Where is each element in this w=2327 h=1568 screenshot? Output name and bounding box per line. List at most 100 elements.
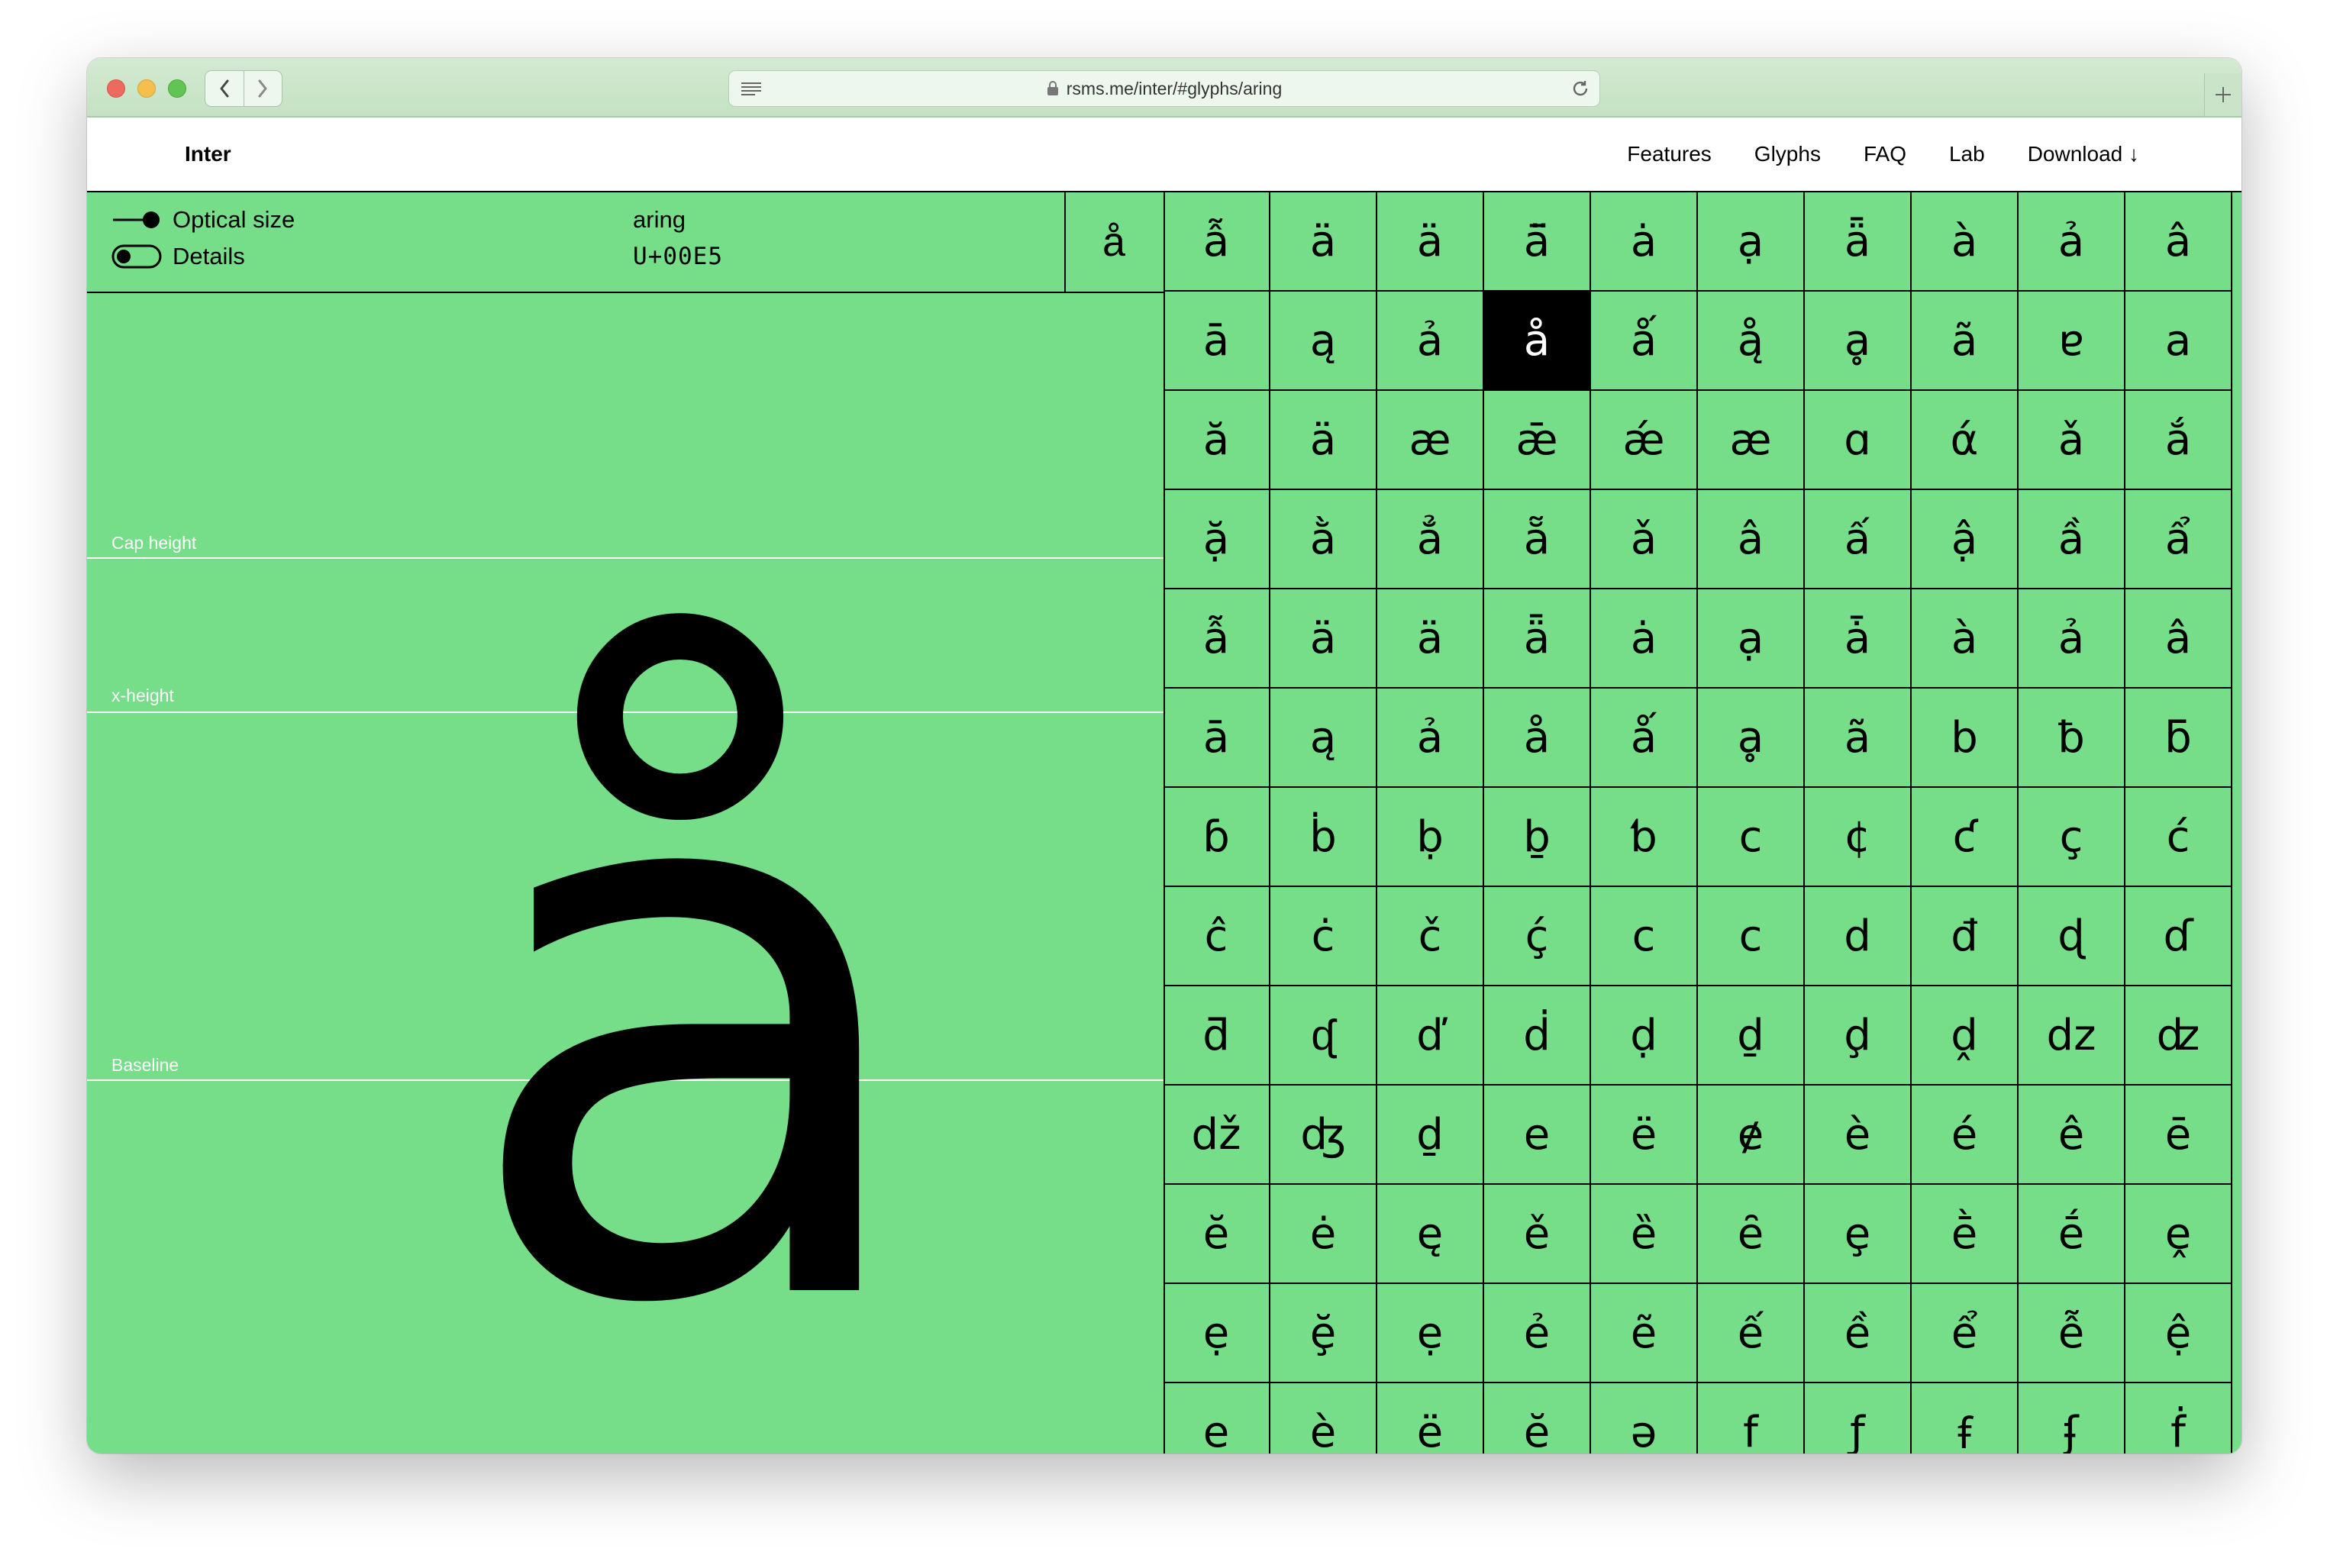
glyph-cell[interactable]: ḋ (1484, 986, 1591, 1086)
glyph-cell[interactable]: ề (1805, 1284, 1912, 1383)
glyph-cell[interactable]: è (1270, 1383, 1377, 1453)
glyph-cell[interactable]: ƈ (1912, 788, 2019, 887)
glyph-cell[interactable]: â (2125, 589, 2232, 689)
glyph-cell[interactable]: ĕ (1484, 1383, 1591, 1453)
glyph-cell[interactable]: ď (1377, 986, 1484, 1086)
glyph-cell[interactable]: ằ (1270, 490, 1377, 589)
glyph-cell[interactable]: ẫ (1164, 589, 1270, 689)
glyph-cell-selected[interactable]: å (1484, 292, 1591, 391)
glyph-cell[interactable]: ê (2019, 1086, 2125, 1185)
glyph-cell[interactable]: ȅ (1591, 1185, 1698, 1284)
glyph-cell[interactable]: ḟ (2125, 1383, 2232, 1453)
menu-glyphs[interactable]: Glyphs (1754, 142, 1821, 166)
glyph-cell[interactable]: ả (1377, 292, 1484, 391)
menu-features[interactable]: Features (1627, 142, 1712, 166)
glyph-cell[interactable]: ¢ (1805, 788, 1912, 887)
glyph-cell[interactable]: ắ (2125, 391, 2232, 490)
glyph-cell[interactable]: ǡ (1805, 589, 1912, 689)
glyph-cell[interactable]: ᶑ (1270, 986, 1377, 1086)
glyph-cell[interactable]: c (1591, 887, 1698, 986)
glyph-cell[interactable]: ễ (2019, 1284, 2125, 1383)
new-tab-button[interactable] (2204, 73, 2241, 116)
glyph-cell[interactable]: ã (1805, 689, 1912, 788)
glyph-cell[interactable]: ā (1164, 292, 1270, 391)
glyph-cell[interactable]: č (1377, 887, 1484, 986)
glyph-cell[interactable]: æ (1377, 391, 1484, 490)
glyph-cell[interactable]: è (1805, 1086, 1912, 1185)
glyph-cell[interactable]: ƒ (1805, 1383, 1912, 1453)
glyph-cell[interactable]: dz (2019, 986, 2125, 1086)
reload-icon[interactable] (1570, 79, 1590, 98)
menu-faq[interactable]: FAQ (1864, 142, 1906, 166)
glyph-cell[interactable]: ɐ (2019, 292, 2125, 391)
glyph-cell[interactable]: ą (1270, 292, 1377, 391)
glyph-cell[interactable]: ạ (1698, 192, 1805, 292)
minimize-window-button[interactable] (137, 79, 156, 98)
glyph-cell[interactable]: å (1484, 689, 1591, 788)
glyph-cell[interactable]: ã (1912, 292, 2019, 391)
glyph-cell[interactable]: à (1912, 192, 2019, 292)
glyph-cell[interactable]: ä (1270, 589, 1377, 689)
glyph-cell[interactable]: ǻ (1591, 292, 1698, 391)
glyph-cell[interactable]: ɓ (1164, 788, 1270, 887)
glyph-cell[interactable]: ḏ (1377, 1086, 1484, 1185)
glyph-cell[interactable]: ä (1270, 192, 1377, 292)
glyph-cell[interactable]: ẵ (1484, 490, 1591, 589)
glyph-cell[interactable]: ǽ (1591, 391, 1698, 490)
glyph-cell[interactable]: ə (1591, 1383, 1698, 1453)
glyph-cell[interactable]: b (1912, 689, 2019, 788)
close-window-button[interactable] (107, 79, 125, 98)
glyph-cell[interactable]: ƅ (1591, 788, 1698, 887)
glyph-cell[interactable]: æ (1698, 391, 1805, 490)
glyph-cell[interactable]: ả (1377, 689, 1484, 788)
glyph-cell[interactable]: ḅ (1377, 788, 1484, 887)
glyph-cell[interactable]: ḑ (1805, 986, 1912, 1086)
glyph-cell[interactable]: ē (2125, 1086, 2232, 1185)
glyph-cell[interactable]: ć (2125, 788, 2232, 887)
glyph-cell[interactable]: ɖ (2019, 887, 2125, 986)
glyph-cell[interactable]: ẹ (1377, 1284, 1484, 1383)
glyph-cell[interactable]: ẻ (1484, 1284, 1591, 1383)
glyph-cell[interactable]: ḃ (1270, 788, 1377, 887)
glyph-cell[interactable]: ậ (1912, 490, 2019, 589)
glyph-cell[interactable]: ç (2019, 788, 2125, 887)
optical-size-toggle[interactable]: Optical size (111, 206, 295, 234)
glyph-cell[interactable]: â (1698, 490, 1805, 589)
glyph-cell[interactable]: ǟ (1805, 192, 1912, 292)
glyph-cell[interactable]: đ (1912, 887, 2019, 986)
glyph-cell[interactable]: ɗ (2125, 887, 2232, 986)
glyph-cell[interactable]: ẳ (1377, 490, 1484, 589)
glyph-cell[interactable]: dž (1164, 1086, 1270, 1185)
glyph-cell[interactable]: ḗ (2019, 1185, 2125, 1284)
glyph-cell[interactable]: ẽ (1591, 1284, 1698, 1383)
glyph-cell[interactable]: ḕ (1912, 1185, 2019, 1284)
glyph-cell[interactable]: ệ (2125, 1284, 2232, 1383)
back-button[interactable] (205, 71, 244, 106)
glyph-cell[interactable]: ƃ (2125, 689, 2232, 788)
glyph-cell[interactable]: ḍ (1591, 986, 1698, 1086)
glyph-cell[interactable]: ʣ (2125, 986, 2232, 1086)
glyph-cell[interactable]: ä (1270, 391, 1377, 490)
address-bar[interactable]: rsms.me/inter/#glyphs/aring (728, 70, 1600, 107)
glyph-cell[interactable]: ċ (1270, 887, 1377, 986)
glyph-cell[interactable]: ḝ (1270, 1284, 1377, 1383)
glyph-cell[interactable]: ǻ (1591, 689, 1698, 788)
glyph-cell[interactable]: ḓ (1912, 986, 2019, 1086)
glyph-cell[interactable]: ā̈ (1484, 192, 1591, 292)
glyph-cell[interactable]: ḁ (1698, 689, 1805, 788)
glyph-cell[interactable]: ă (1164, 391, 1270, 490)
glyph-cell[interactable]: ȧ (1591, 192, 1698, 292)
glyph-cell[interactable]: ẫ (1164, 192, 1270, 292)
glyph-cell[interactable]: ể (1912, 1284, 2019, 1383)
glyph-cell[interactable]: ā (1164, 689, 1270, 788)
glyph-cell[interactable]: ȧ (1591, 589, 1698, 689)
glyph-cell[interactable]: ę (1377, 1185, 1484, 1284)
glyph-cell[interactable]: ʤ (1270, 1086, 1377, 1185)
glyph-cell[interactable]: ë (1377, 1383, 1484, 1453)
glyph-cell[interactable]: ĉ (1164, 887, 1270, 986)
menu-download[interactable]: Download ↓ (2028, 142, 2139, 166)
glyph-cell[interactable]: ě (1484, 1185, 1591, 1284)
glyph-cell[interactable]: ả (2019, 589, 2125, 689)
glyph-cell[interactable]: ḙ (2125, 1185, 2232, 1284)
glyph-cell[interactable]: ẩ (2125, 490, 2232, 589)
